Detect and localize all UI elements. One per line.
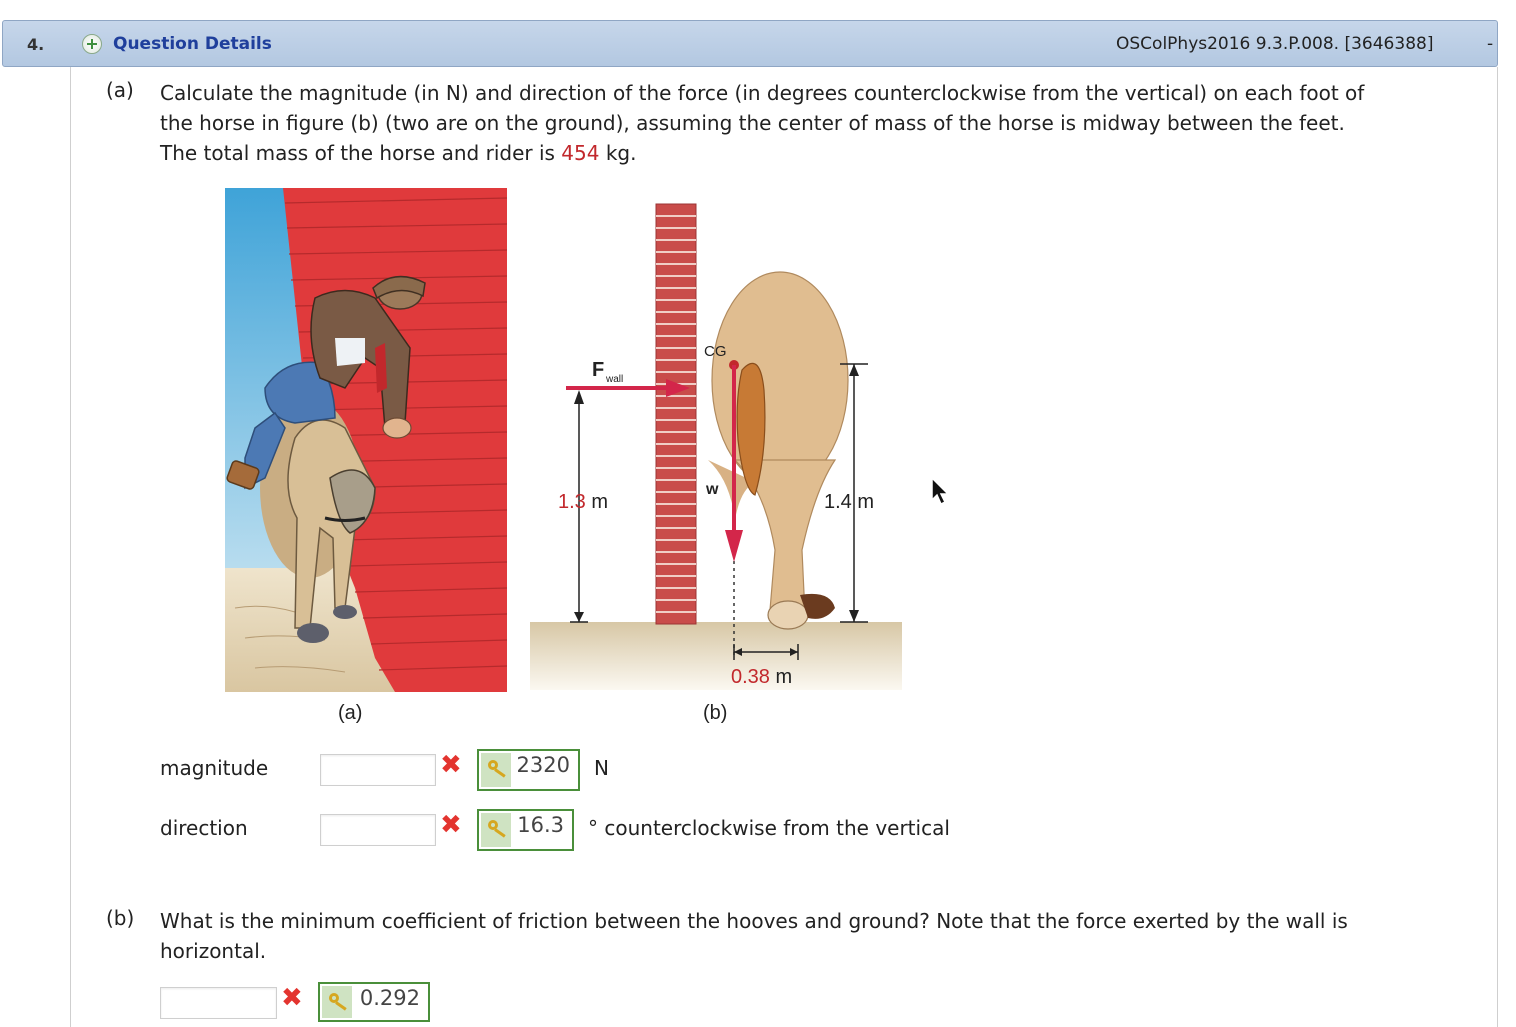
expand-plus-icon[interactable] — [82, 34, 102, 54]
height-1-unit: m — [586, 491, 608, 513]
figure-a-caption: (a) — [338, 702, 363, 724]
part-a-line-3: The total mass of the horse and rider is… — [160, 138, 636, 168]
question-details-link[interactable]: Question Details — [113, 34, 272, 54]
f-wall-subscript: wall — [605, 374, 623, 385]
figure-b-diagram: F wall CG w 1.3 m 1.4 m 0.38 m — [530, 203, 902, 690]
direction-key-value: 16.3 — [517, 813, 564, 837]
wrong-x-icon: ✖ — [281, 983, 303, 1013]
magnitude-key-value: 2320 — [516, 753, 570, 777]
magnitude-answer-key[interactable]: 2320 — [477, 749, 580, 791]
cg-label: CG — [704, 343, 727, 360]
part-a-line-1: Calculate the magnitude (in N) and direc… — [160, 81, 1365, 105]
friction-input[interactable] — [160, 987, 277, 1019]
distance-unit: m — [770, 666, 792, 688]
friction-answer-key[interactable]: 0.292 — [318, 982, 430, 1022]
magnitude-input[interactable] — [320, 754, 436, 786]
friction-key-value: 0.292 — [359, 986, 420, 1010]
key-icon — [322, 986, 352, 1018]
figure-b-caption: (b) — [703, 702, 728, 724]
mouse-pointer-icon — [931, 476, 950, 506]
direction-label: direction — [160, 816, 248, 840]
direction-unit: ° counterclockwise from the vertical — [588, 816, 950, 840]
wrong-x-icon: ✖ — [440, 810, 462, 840]
collapse-toggle[interactable]: - — [1487, 34, 1493, 54]
part-b-label: (b) — [106, 906, 135, 930]
distance-value: 0.38 — [731, 666, 770, 688]
key-icon — [481, 753, 511, 787]
mass-value: 454 — [561, 141, 600, 165]
distance-label: 0.38 m — [731, 666, 792, 688]
weight-label: w — [705, 481, 719, 498]
direction-input[interactable] — [320, 814, 436, 846]
figure-a-illustration — [225, 188, 507, 692]
ground — [530, 622, 902, 690]
height-1-value: 1.3 — [558, 491, 586, 513]
part-a-line-3-pre: The total mass of the horse and rider is — [160, 141, 562, 165]
weight-arrow-head — [725, 530, 743, 562]
horse-rear-view — [708, 271, 849, 630]
magnitude-unit: N — [594, 756, 609, 780]
key-icon — [481, 813, 511, 847]
part-a-line-3-post: kg. — [599, 141, 637, 165]
part-a-label: (a) — [106, 78, 134, 102]
height-2-label: 1.4 m — [824, 491, 874, 513]
height-1-label: 1.3 m — [558, 491, 608, 513]
part-a-line-2: the horse in figure (b) (two are on the … — [160, 111, 1345, 135]
part-b-line-1: What is the minimum coefficient of frict… — [160, 909, 1348, 933]
f-wall-label: F — [592, 359, 604, 381]
brick-wall — [655, 203, 697, 625]
question-header: 4. Question Details OSColPhys2016 9.3.P.… — [2, 20, 1498, 67]
wrong-x-icon: ✖ — [440, 750, 462, 780]
question-reference: OSColPhys2016 9.3.P.008. [3646388] — [1116, 34, 1434, 54]
part-b-line-2: horizontal. — [160, 939, 267, 963]
question-number: 4. — [27, 35, 45, 54]
magnitude-label: magnitude — [160, 756, 269, 780]
direction-answer-key[interactable]: 16.3 — [477, 809, 574, 851]
